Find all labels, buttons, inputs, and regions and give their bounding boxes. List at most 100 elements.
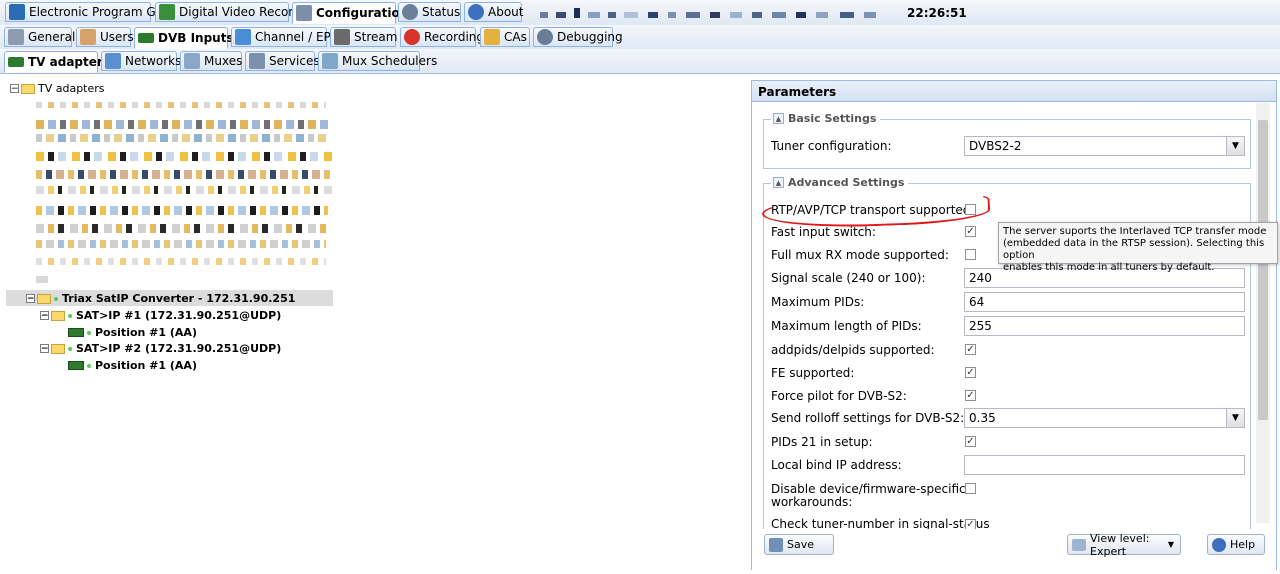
force-pilot-label: Force pilot for DVB-S2: (771, 389, 907, 403)
config-tab-bar: General Users DVB Inputs Channel / EPG S… (0, 25, 1280, 50)
disable-workarounds-label-2: workarounds: (771, 495, 853, 509)
tab-users[interactable]: Users (76, 27, 134, 47)
tree-node-triax-converter[interactable]: − Triax SatIP Converter - 172.31.90.251 (26, 292, 295, 305)
tab-tv-adapters[interactable]: TV adapters (4, 51, 110, 73)
collapse-icon[interactable]: − (26, 294, 35, 304)
max-pid-length-input[interactable]: 255 (964, 316, 1245, 336)
key-icon (484, 29, 500, 45)
local-bind-label: Local bind IP address: (771, 458, 902, 472)
tab-muxes[interactable]: Muxes (180, 51, 242, 71)
tab-status[interactable]: Status (398, 2, 461, 22)
status-dot-icon (87, 363, 91, 368)
view-level-icon (1072, 538, 1086, 551)
tab-label: Mux Schedulers (342, 54, 438, 68)
folder-icon (37, 293, 51, 304)
legend-label: Advanced Settings (788, 176, 905, 189)
tab-electronic-program-guide[interactable]: Electronic Program Guide (5, 2, 182, 22)
addpids-label: addpids/delpids supported: (771, 343, 935, 357)
save-button[interactable]: Save (764, 534, 834, 555)
clipped-row: Check tuner-number in signal-status ✓ (752, 516, 1252, 529)
help-icon (1212, 537, 1226, 552)
tab-cas[interactable]: CAs (480, 27, 530, 47)
fast-input-label: Fast input switch: (771, 225, 876, 239)
tab-stream[interactable]: Stream (330, 27, 398, 47)
collapse-icon[interactable]: ▲ (773, 177, 784, 188)
fe-supported-checkbox[interactable]: ✓ (965, 367, 976, 378)
local-bind-input[interactable] (964, 455, 1245, 475)
max-pid-length-label: Maximum length of PIDs: (771, 319, 922, 333)
tree-root-tv-adapters[interactable]: − TV adapters (10, 82, 105, 95)
stream-icon (334, 29, 350, 45)
tab-label: Stream (354, 30, 398, 44)
collapse-icon[interactable]: − (40, 344, 49, 354)
max-pids-input[interactable]: 64 (964, 292, 1245, 312)
collapse-icon[interactable]: ▲ (773, 113, 784, 124)
view-level-dropdown[interactable]: View level: Expert ▼ (1067, 531, 1181, 558)
tab-general[interactable]: General (4, 27, 75, 47)
tree-label: Position #1 (AA) (95, 326, 197, 339)
tree-node-satip-2-position[interactable]: Position #1 (AA) (68, 359, 197, 372)
disable-workarounds-label-1: Disable device/firmware-specific (771, 482, 966, 496)
folder-icon (21, 83, 35, 94)
tab-label: CAs (504, 30, 527, 44)
status-dot-icon (68, 346, 72, 351)
basic-settings-legend[interactable]: ▲ Basic Settings (771, 112, 881, 125)
tuner-config-select[interactable]: DVBS2-2 ▼ (964, 136, 1245, 156)
tab-mux-schedulers[interactable]: Mux Schedulers (318, 51, 437, 71)
tree-node-satip-1[interactable]: − SAT>IP #1 (172.31.90.251@UDP) (40, 309, 281, 322)
advanced-settings-legend[interactable]: ▲ Advanced Settings (771, 176, 909, 189)
floppy-save-icon (769, 537, 783, 552)
tab-label: Muxes (204, 54, 243, 68)
tab-services[interactable]: Services (245, 51, 320, 71)
signal-scale-label: Signal scale (240 or 100): (771, 271, 926, 285)
tab-label: Networks (125, 54, 182, 68)
tree-node-satip-1-position[interactable]: Position #1 (AA) (68, 326, 197, 339)
force-pilot-checkbox[interactable]: ✓ (965, 390, 976, 401)
tree-label: SAT>IP #1 (172.31.90.251@UDP) (76, 309, 282, 322)
tooltip-line: enables this mode in all tuners by defau… (1003, 262, 1215, 273)
full-mux-label: Full mux RX mode supported: (771, 248, 949, 262)
save-label: Save (787, 538, 815, 551)
collapse-icon[interactable]: − (10, 84, 19, 94)
addpids-checkbox[interactable]: ✓ (965, 344, 976, 355)
check-tuner-number-checkbox[interactable]: ✓ (965, 519, 976, 529)
tab-label: Services (269, 54, 320, 68)
chevron-down-icon[interactable]: ▼ (1226, 137, 1244, 155)
wrench-icon (296, 5, 312, 21)
max-pids-label: Maximum PIDs: (771, 295, 865, 309)
tab-dvb-inputs[interactable]: DVB Inputs (134, 27, 234, 49)
folder-icon (51, 310, 65, 321)
scheduler-icon (322, 53, 338, 69)
legend-label: Basic Settings (788, 112, 877, 125)
tab-configuration[interactable]: Configuration (292, 2, 408, 24)
antenna-icon (105, 53, 121, 69)
tab-about[interactable]: About (464, 2, 523, 22)
tab-recording[interactable]: Recording (400, 27, 484, 47)
chevron-down-icon: ▼ (1167, 540, 1174, 549)
main-tab-bar: Electronic Program Guide Digital Video R… (0, 0, 1280, 26)
disable-workarounds-checkbox[interactable] (965, 483, 976, 494)
full-mux-checkbox[interactable] (965, 249, 976, 260)
pids21-label: PIDs 21 in setup: (771, 435, 873, 449)
tree-label: Triax SatIP Converter - 172.31.90.251 (62, 292, 296, 305)
tab-digital-video-recorder[interactable]: Digital Video Recorder (155, 2, 313, 22)
tab-channel-epg[interactable]: Channel / EPG (231, 27, 340, 47)
rolloff-select[interactable]: 0.35 ▼ (964, 408, 1245, 428)
pids21-checkbox[interactable]: ✓ (965, 436, 976, 447)
tv-icon (235, 29, 251, 45)
tree-node-satip-2[interactable]: − SAT>IP #2 (172.31.90.251@UDP) (40, 342, 281, 355)
tab-networks[interactable]: Networks (101, 51, 181, 71)
tuner-card-icon (68, 361, 84, 370)
clock: 22:26:51 (907, 6, 967, 20)
collapse-icon[interactable]: − (40, 311, 49, 321)
tooltip-line: The server suports the Interlaved TCP tr… (1003, 226, 1267, 237)
tooltip-line: (embedded data in the RTSP session). Sel… (1003, 238, 1265, 261)
tab-label: Status (422, 5, 461, 19)
tab-debugging[interactable]: Debugging (533, 27, 623, 47)
fast-input-checkbox[interactable]: ✓ (965, 226, 976, 237)
rec-icon (404, 29, 420, 45)
help-button[interactable]: Help (1207, 534, 1265, 555)
chevron-down-icon[interactable]: ▼ (1226, 409, 1244, 427)
tuner-config-value: DVBS2-2 (969, 139, 1022, 153)
view-level-label: View level: Expert (1090, 531, 1150, 558)
